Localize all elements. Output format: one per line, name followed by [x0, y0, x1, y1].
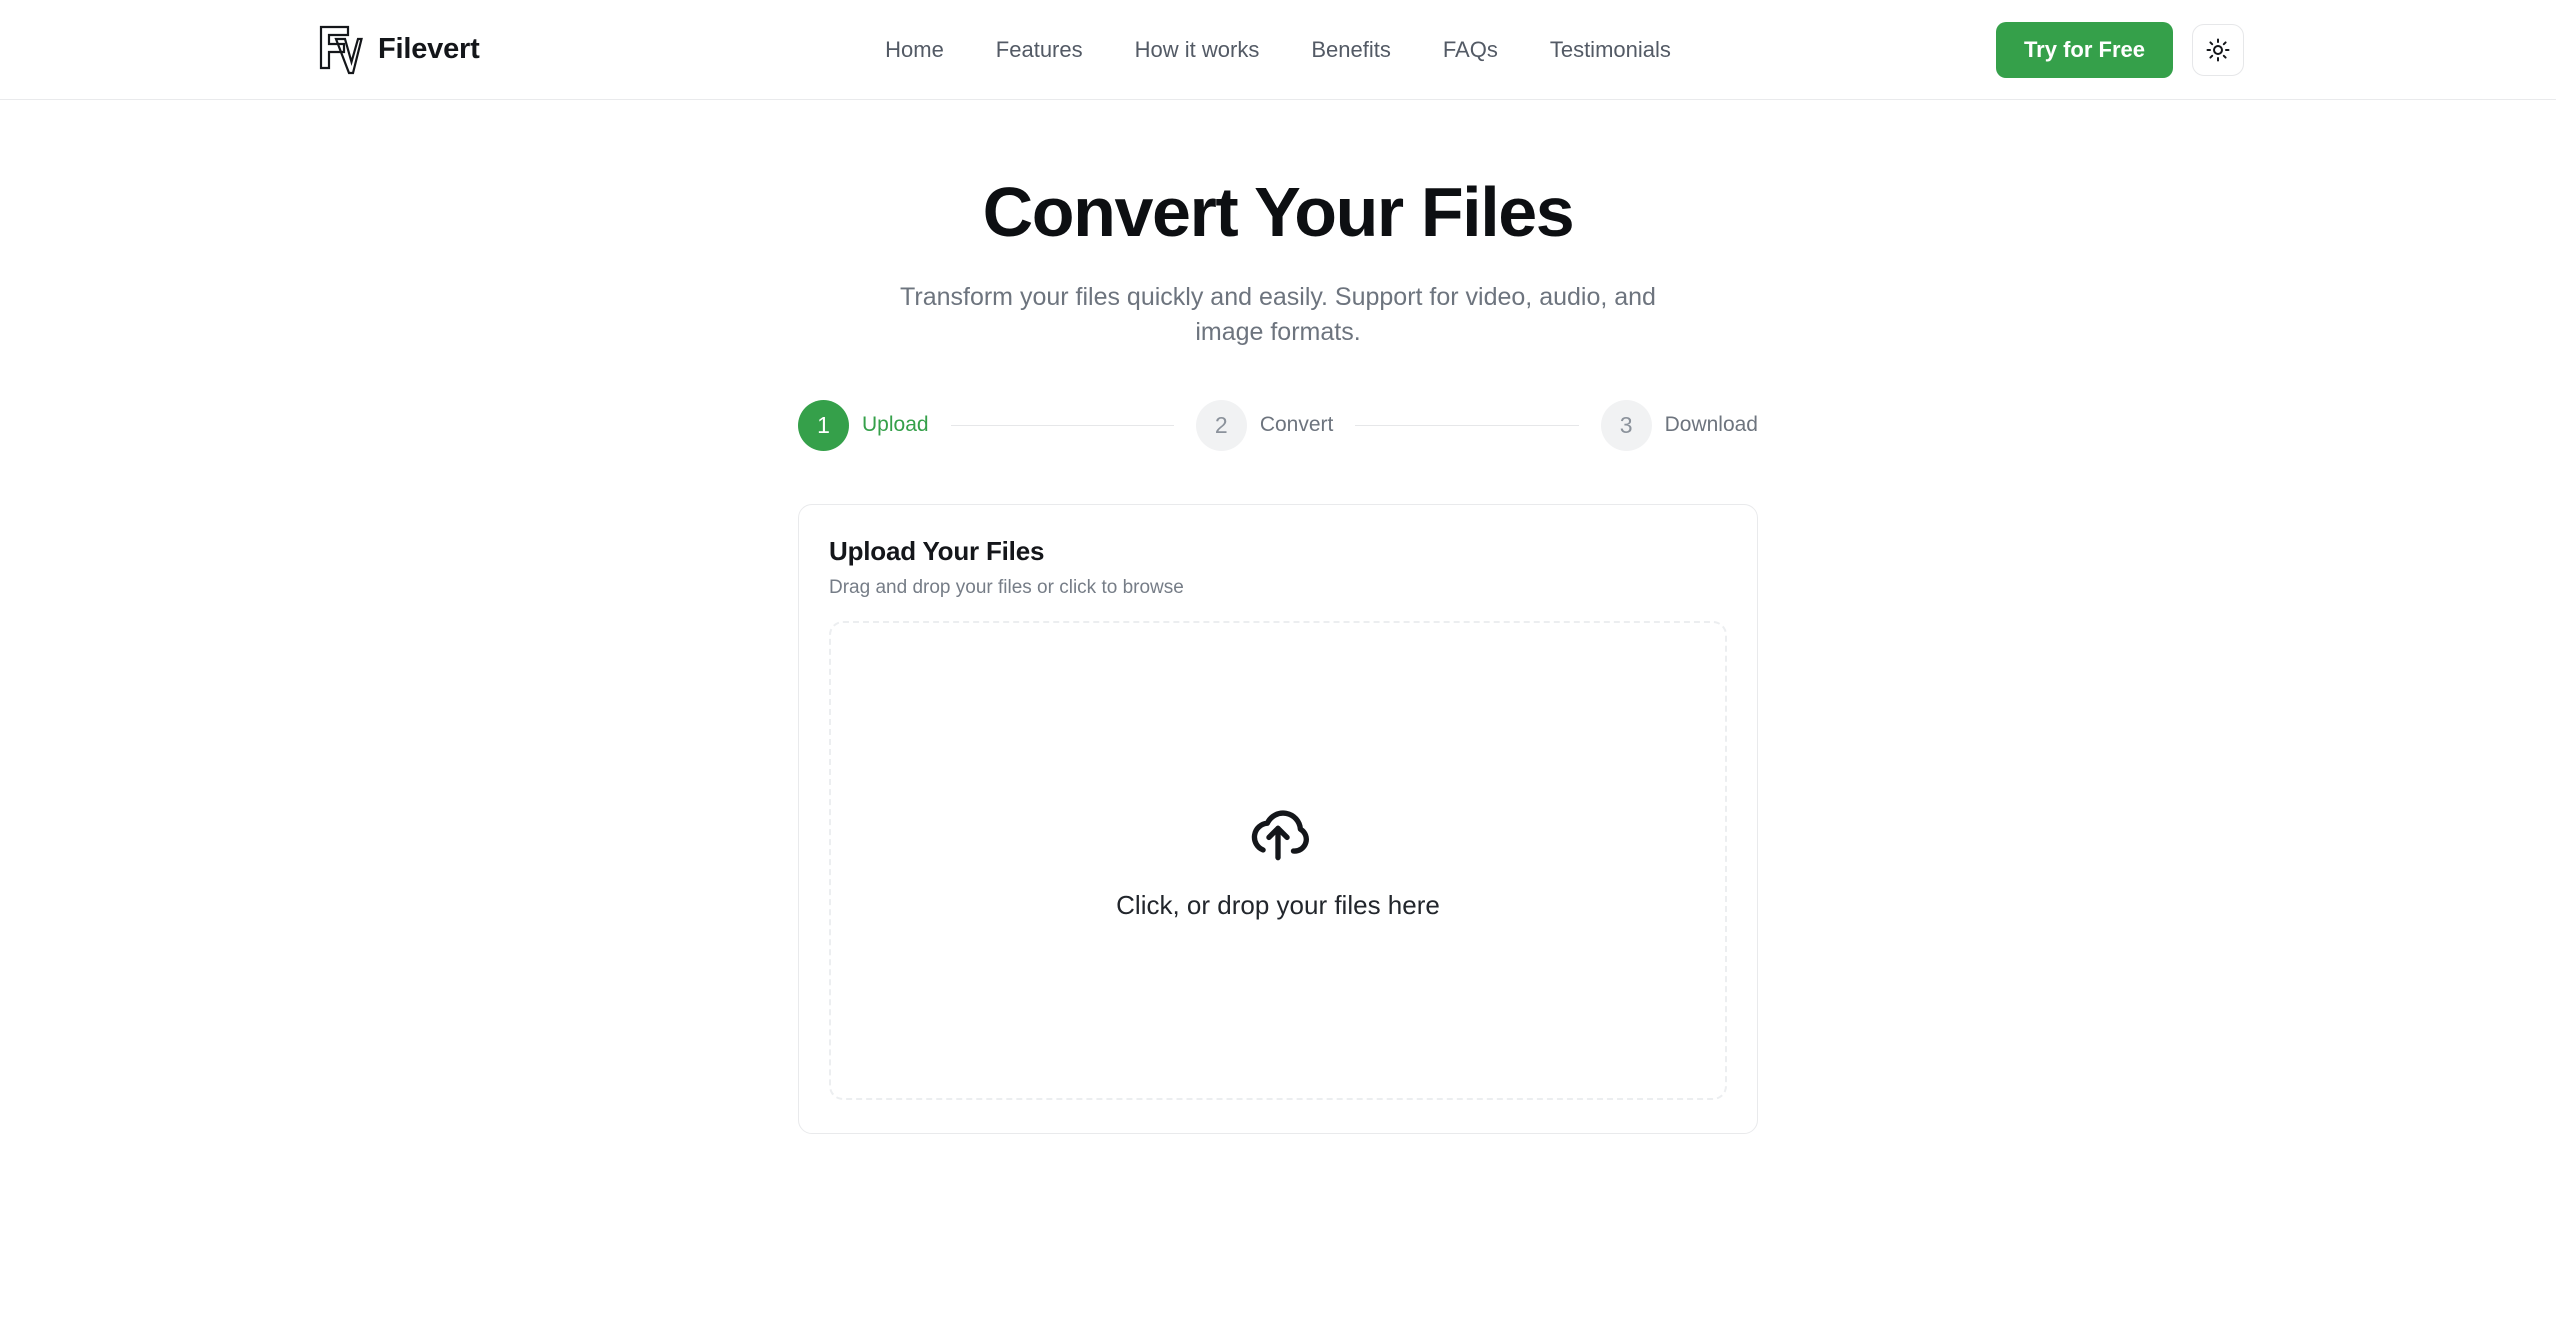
step-download[interactable]: 3 Download: [1600, 399, 1758, 451]
main-content: Convert Your Files Transform your files …: [0, 100, 2556, 1134]
dropzone-label: Click, or drop your files here: [1116, 890, 1440, 920]
hero-section: Convert Your Files Transform your files …: [0, 100, 2556, 351]
hero-subtitle: Transform your files quickly and easily.…: [900, 282, 1656, 347]
nav-item-home[interactable]: Home: [885, 37, 944, 63]
nav-item-benefits[interactable]: Benefits: [1311, 37, 1391, 63]
nav-item-faqs[interactable]: FAQs: [1443, 37, 1498, 63]
theme-toggle-button[interactable]: [2192, 23, 2244, 76]
site-header: Filevert Home Features How it works Bene…: [0, 0, 2556, 100]
try-for-free-button[interactable]: Try for Free: [1995, 21, 2173, 78]
file-dropzone[interactable]: Click, or drop your files here: [829, 620, 1727, 1100]
step-number-3: 3: [1600, 399, 1652, 451]
fv-monogram-icon: [319, 25, 363, 74]
brand-name: Filevert: [378, 33, 480, 65]
sun-icon: [2206, 38, 2230, 61]
header-actions: Try for Free: [1995, 21, 2244, 78]
nav-item-how-it-works[interactable]: How it works: [1135, 37, 1260, 63]
upload-card: Upload Your Files Drag and drop your fil…: [798, 503, 1758, 1134]
step-label-upload: Upload: [862, 413, 929, 436]
upload-card-title: Upload Your Files: [829, 535, 1045, 566]
cloud-upload-icon: [1251, 810, 1309, 861]
step-label-download: Download: [1664, 413, 1758, 436]
step-connector-2: [1355, 424, 1579, 426]
step-upload[interactable]: 1 Upload: [798, 399, 929, 451]
nav-item-testimonials[interactable]: Testimonials: [1550, 37, 1671, 63]
brand-logo[interactable]: Filevert: [318, 24, 480, 76]
step-convert[interactable]: 2 Convert: [1195, 399, 1334, 451]
step-connector-1: [950, 424, 1174, 426]
step-number-1: 1: [798, 399, 849, 451]
progress-stepper: 1 Upload 2 Convert 3 Download: [798, 399, 1758, 451]
step-label-convert: Convert: [1259, 413, 1334, 436]
step-number-2: 2: [1195, 399, 1247, 451]
nav-item-features[interactable]: Features: [996, 37, 1083, 63]
main-navigation: Home Features How it works Benefits FAQs…: [885, 37, 1671, 63]
upload-card-subtitle: Drag and drop your files or click to bro…: [829, 576, 1184, 598]
page-title: Convert Your Files: [982, 173, 1575, 251]
